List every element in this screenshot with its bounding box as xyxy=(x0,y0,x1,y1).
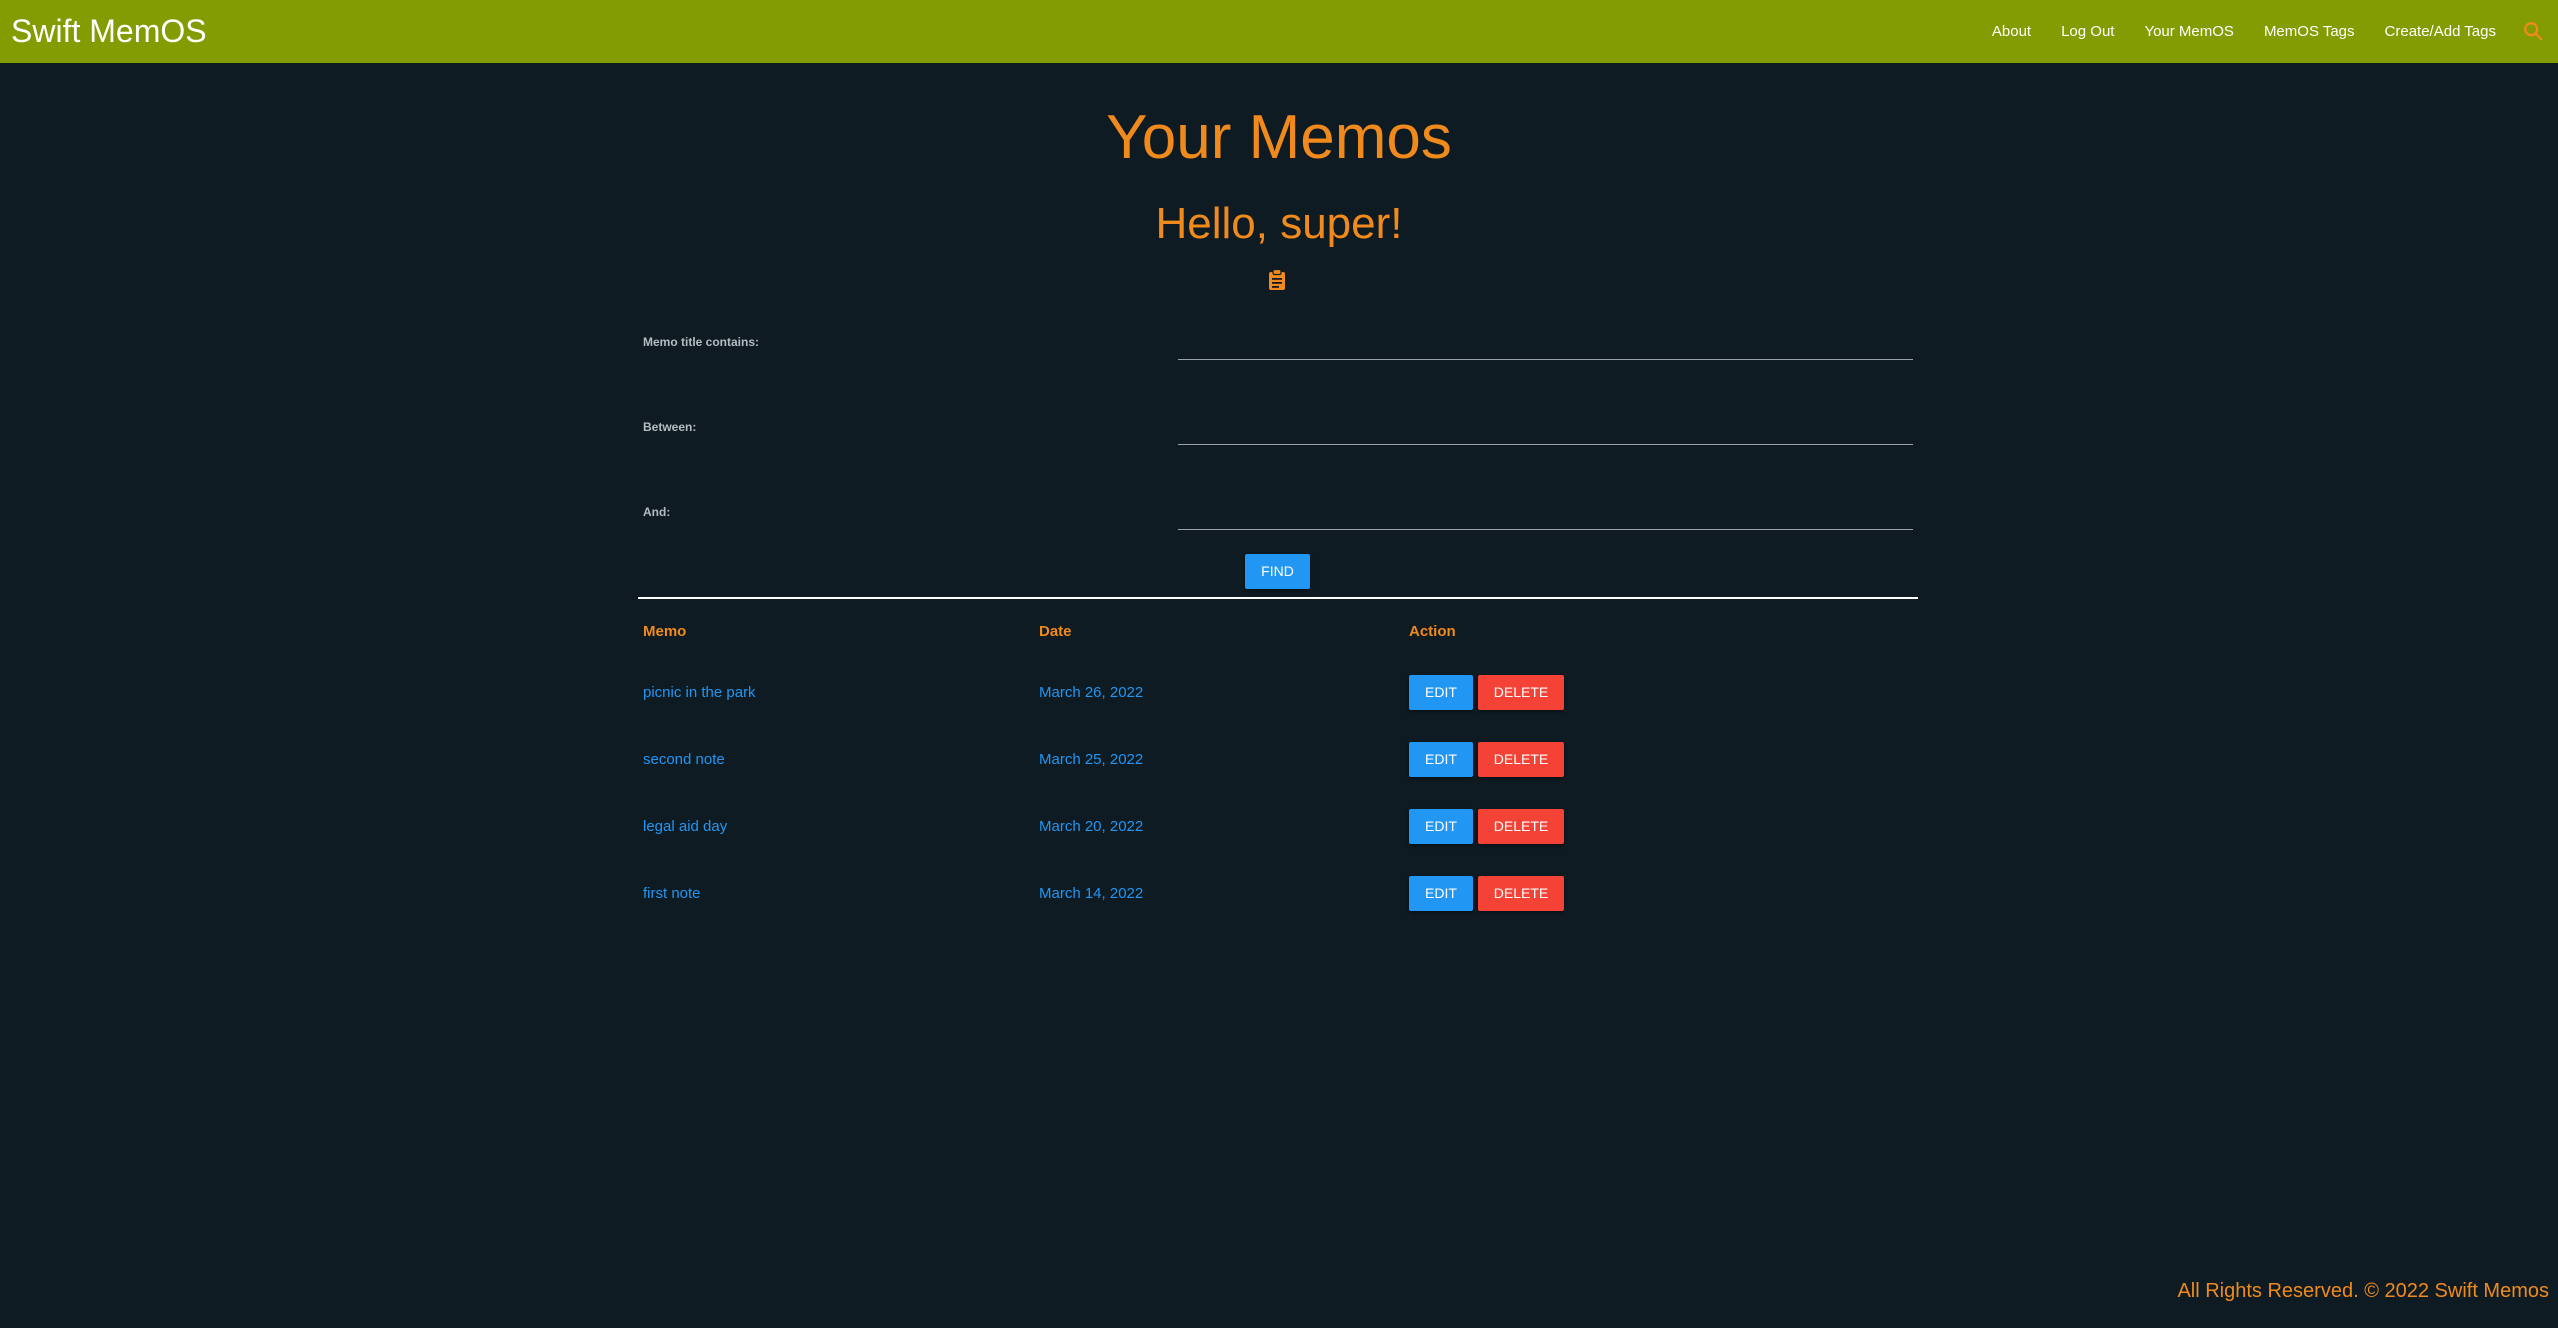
nav-link-about[interactable]: About xyxy=(1992,23,2031,40)
memo-title-input[interactable] xyxy=(1178,325,1913,360)
page-title: Your Memos xyxy=(1106,103,1452,172)
find-button[interactable]: FIND xyxy=(1245,554,1310,589)
memo-title-link[interactable]: first note xyxy=(643,885,701,902)
memo-title-label: Memo title contains: xyxy=(643,335,760,349)
between-date-input[interactable] xyxy=(1178,410,1913,445)
navbar: Swift MemOS About Log Out Your MemOS Mem… xyxy=(0,0,2558,63)
edit-button[interactable]: EDIT xyxy=(1409,809,1473,844)
memo-date: March 14, 2022 xyxy=(1039,885,1144,902)
memo-title-link[interactable]: picnic in the park xyxy=(643,684,756,701)
form-row-title: Memo title contains: xyxy=(643,325,1913,365)
and-date-input[interactable] xyxy=(1178,495,1913,530)
delete-button[interactable]: DELETE xyxy=(1478,876,1564,911)
edit-button[interactable]: EDIT xyxy=(1409,675,1473,710)
and-label: And: xyxy=(643,505,671,519)
column-header-date: Date xyxy=(1039,623,1072,640)
divider xyxy=(638,597,1918,599)
search-icon[interactable] xyxy=(2522,20,2544,42)
nav-link-memos-tags[interactable]: MemOS Tags xyxy=(2264,23,2355,40)
delete-button[interactable]: DELETE xyxy=(1478,675,1564,710)
column-header-action: Action xyxy=(1409,623,1456,640)
edit-button[interactable]: EDIT xyxy=(1409,876,1473,911)
nav-link-create-add-tags[interactable]: Create/Add Tags xyxy=(2385,23,2496,40)
memo-date: March 25, 2022 xyxy=(1039,751,1144,768)
form-row-between: Between: xyxy=(643,410,1913,450)
memo-date: March 26, 2022 xyxy=(1039,684,1144,701)
memo-title-link[interactable]: legal aid day xyxy=(643,818,727,835)
memo-title-link[interactable]: second note xyxy=(643,751,725,768)
form-row-and: And: xyxy=(643,495,1913,535)
clipboard-icon xyxy=(1269,269,1285,290)
nav-link-your-memos[interactable]: Your MemOS xyxy=(2144,23,2233,40)
between-label: Between: xyxy=(643,420,697,434)
brand-logo[interactable]: Swift MemOS xyxy=(11,12,207,50)
nav-link-log-out[interactable]: Log Out xyxy=(2061,23,2114,40)
column-header-memo: Memo xyxy=(643,623,687,640)
nav-links: About Log Out Your MemOS MemOS Tags Crea… xyxy=(1962,0,2496,63)
greeting-text: Hello, super! xyxy=(1155,199,1403,248)
delete-button[interactable]: DELETE xyxy=(1478,742,1564,777)
memo-date: March 20, 2022 xyxy=(1039,818,1144,835)
delete-button[interactable]: DELETE xyxy=(1478,809,1564,844)
edit-button[interactable]: EDIT xyxy=(1409,742,1473,777)
footer-copyright: All Rights Reserved. © 2022 Swift Memos xyxy=(2177,1280,2549,1302)
